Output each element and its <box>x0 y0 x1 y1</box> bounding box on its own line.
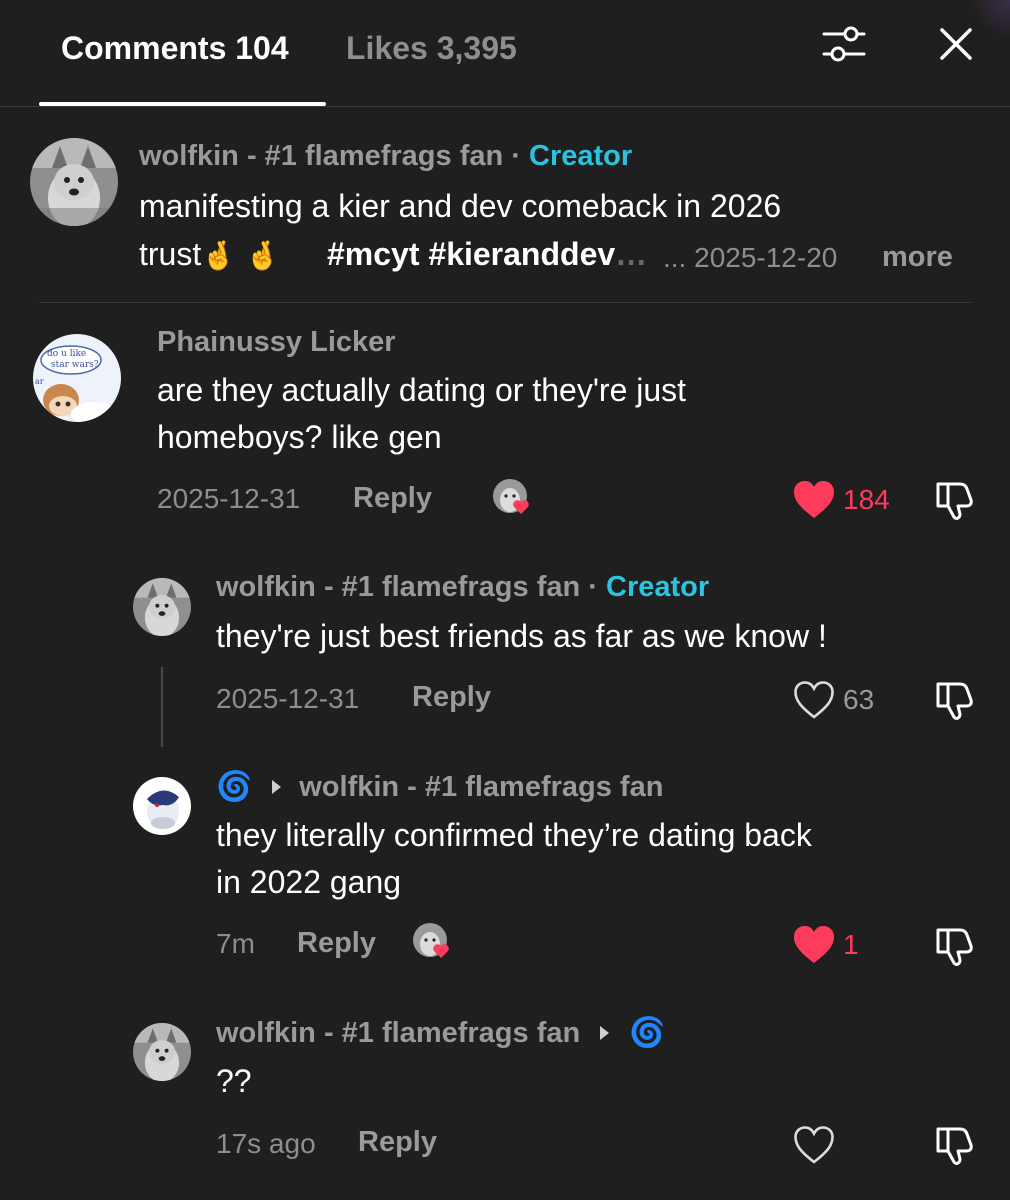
commenter-avatar[interactable]: do u like star wars? ar <box>33 334 121 422</box>
comment-username[interactable]: Phainussy Licker <box>157 326 396 359</box>
username[interactable]: wolfkin - #1 flamefrags fan <box>216 1017 580 1049</box>
caption-hashtags[interactable]: #mcyt #kieranddev… <box>327 236 647 273</box>
reply-arrow-icon <box>272 780 282 795</box>
comment-text-line-2: homeboys? like gen <box>157 419 442 455</box>
reply-arrow-icon <box>600 1026 610 1041</box>
reply-time: 7m <box>216 928 255 959</box>
reply-meta: wolfkin - #1 flamefrags fan 🌀 <box>216 1016 665 1050</box>
comment-text-line-1: are they actually dating or they're just <box>157 372 687 408</box>
caption-line-1: manifesting a kier and dev comeback in 2… <box>139 188 782 224</box>
crossed-fingers-emoji: 🤞 <box>201 240 237 271</box>
close-icon[interactable] <box>934 22 978 66</box>
meta-separator: · <box>588 571 598 603</box>
header-divider <box>0 106 1010 107</box>
reply-text: ?? <box>216 1063 252 1099</box>
hashtags[interactable]: #mcyt #kieranddev <box>327 236 615 272</box>
reply-button[interactable]: Reply <box>412 681 491 714</box>
reply-button[interactable]: Reply <box>297 927 376 960</box>
caption-date: 2025-12-20 <box>694 242 838 273</box>
reply-button[interactable]: Reply <box>358 1126 437 1159</box>
filter-sliders-icon[interactable] <box>818 22 870 66</box>
swirl-emoji-icon: 🌀 <box>629 1017 666 1049</box>
username[interactable]: wolfkin - #1 flamefrags fan <box>216 571 580 603</box>
tab-comments[interactable]: Comments 104 <box>61 30 289 67</box>
caption-line-2: trust🤞 🤞 <box>139 236 280 273</box>
commenter-avatar[interactable] <box>133 777 191 835</box>
reply-text-line-2: in 2022 gang <box>216 864 402 900</box>
creator-avatar[interactable] <box>133 1023 191 1081</box>
heart-outline-icon[interactable] <box>793 680 835 720</box>
ellipsis: ... <box>663 242 687 273</box>
reply-text: they're just best friends as far as we k… <box>216 618 827 654</box>
reply-meta: 🌀 wolfkin - #1 flamefrags fan <box>216 770 663 804</box>
creator-liked-heart-icon <box>412 922 449 958</box>
creator-badge: Creator <box>529 140 633 172</box>
swirl-emoji-icon: 🌀 <box>216 771 253 803</box>
crossed-fingers-emoji: 🤞 <box>245 240 280 271</box>
meta-separator: · <box>511 140 521 172</box>
heart-outline-icon[interactable] <box>793 1125 835 1165</box>
reply-date: 2025-12-31 <box>216 683 360 714</box>
caption-trust: trust <box>139 236 202 272</box>
like-count: 63 <box>843 684 875 715</box>
avatar-text: ar <box>35 377 44 386</box>
thumbs-down-icon[interactable] <box>934 924 978 968</box>
caption-ellipsis-date: ... 2025-12-20 <box>663 242 837 274</box>
reply-text-line-1: they literally confirmed they’re dating … <box>216 817 812 853</box>
thumbs-down-icon[interactable] <box>934 678 978 722</box>
creator-caption-meta: wolfkin - #1 flamefrags fan · Creator <box>139 140 632 173</box>
hashtag-fade: … <box>615 236 648 272</box>
creator-liked-heart-icon <box>492 478 529 514</box>
heart-filled-icon[interactable] <box>793 925 835 965</box>
reply-time: 17s ago <box>216 1128 316 1159</box>
reply-meta: wolfkin - #1 flamefrags fan · Creator <box>216 571 709 604</box>
thumbs-down-icon[interactable] <box>934 1123 978 1167</box>
comments-header: Comments 104 Likes 3,395 <box>0 0 1010 107</box>
username[interactable]: wolfkin - #1 flamefrags fan <box>139 140 503 172</box>
creator-badge: Creator <box>606 571 710 603</box>
like-count: 1 <box>843 929 859 960</box>
creator-avatar[interactable] <box>133 578 191 636</box>
thumbs-down-icon[interactable] <box>934 478 978 522</box>
tab-likes[interactable]: Likes 3,395 <box>346 30 517 67</box>
comment-date: 2025-12-31 <box>157 483 301 514</box>
creator-avatar[interactable] <box>30 138 118 226</box>
heart-filled-icon[interactable] <box>793 480 835 520</box>
replied-to-username[interactable]: wolfkin - #1 flamefrags fan <box>299 771 663 803</box>
more-button[interactable]: more <box>882 241 953 274</box>
thread-line <box>161 667 163 747</box>
like-count: 184 <box>843 484 890 515</box>
avatar-text: do u like <box>47 349 86 359</box>
reply-button[interactable]: Reply <box>353 482 432 515</box>
avatar-text: star wars? <box>51 360 99 370</box>
caption-divider <box>39 302 971 303</box>
